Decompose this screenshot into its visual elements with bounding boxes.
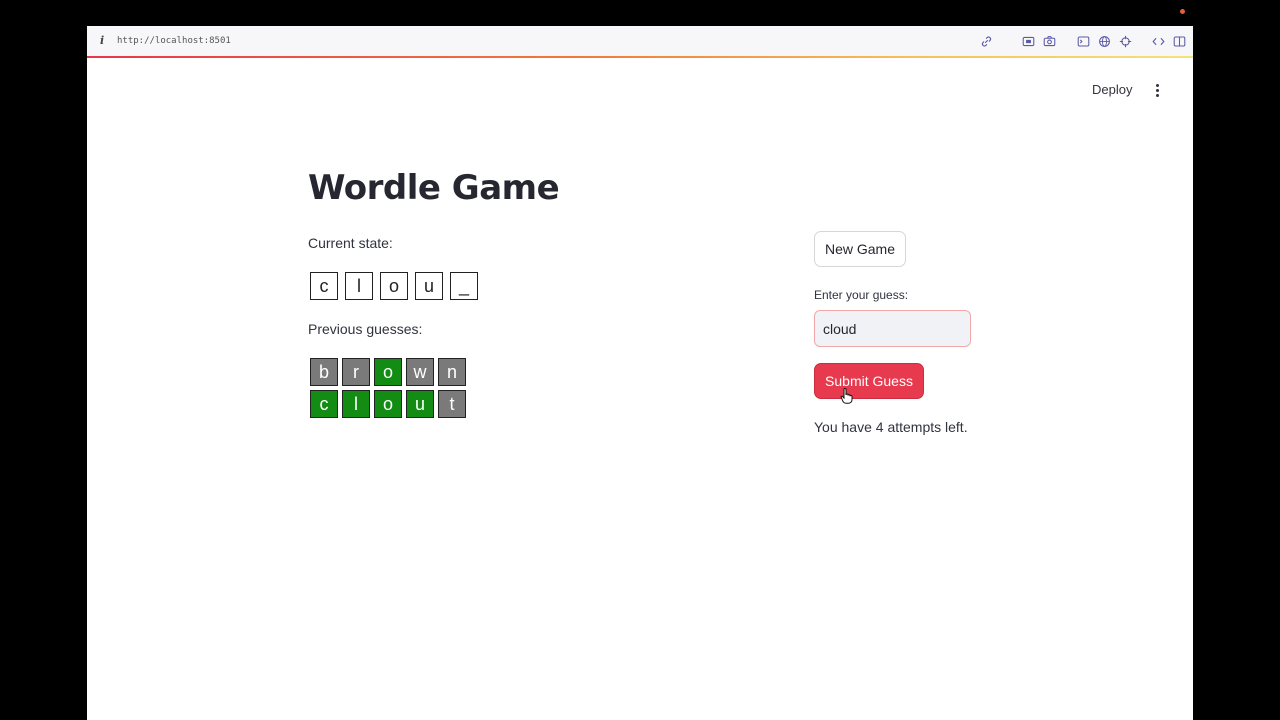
screen-capture-icon[interactable] <box>1022 35 1035 48</box>
recording-indicator <box>1180 9 1185 14</box>
submit-guess-button[interactable]: Submit Guess <box>814 363 924 399</box>
guess-input-value: cloud <box>823 320 857 337</box>
current-state-label: Current state: <box>308 235 393 251</box>
guess-tile: u <box>406 390 434 418</box>
guess-tile: l <box>342 390 370 418</box>
guess-tile: w <box>406 358 434 386</box>
url-text[interactable]: http://localhost:8501 <box>117 36 231 46</box>
code-icon[interactable] <box>1152 35 1165 48</box>
mouse-pointer-icon <box>840 387 854 404</box>
guess-input-label: Enter your guess: <box>814 288 909 302</box>
guess-tile: n <box>438 358 466 386</box>
current-state-tile: u <box>415 272 443 300</box>
guess-tile: b <box>310 358 338 386</box>
terminal-icon[interactable] <box>1077 35 1090 48</box>
previous-guesses-label: Previous guesses: <box>308 321 423 337</box>
guess-input[interactable]: cloud <box>814 310 971 347</box>
guess-tile: o <box>374 358 402 386</box>
main-menu-icon[interactable] <box>1152 83 1164 99</box>
crosshair-icon[interactable] <box>1119 35 1132 48</box>
globe-icon[interactable] <box>1098 35 1111 48</box>
address-bar[interactable]: i http://localhost:8501 <box>87 26 1193 56</box>
new-game-button[interactable]: New Game <box>814 231 906 267</box>
deploy-button[interactable]: Deploy <box>1092 82 1132 97</box>
guess-tile: t <box>438 390 466 418</box>
guess-tile: c <box>310 390 338 418</box>
attempts-remaining-text: You have 4 attempts left. <box>814 419 968 435</box>
current-state-tile: o <box>380 272 408 300</box>
current-state-tile: l <box>345 272 373 300</box>
split-view-icon[interactable] <box>1173 35 1186 48</box>
link-icon[interactable] <box>980 35 993 48</box>
info-icon[interactable]: i <box>100 34 104 47</box>
header-decoration-bar <box>87 56 1193 58</box>
current-state-tile: _ <box>450 272 478 300</box>
guess-tile: o <box>374 390 402 418</box>
camera-icon[interactable] <box>1043 35 1056 48</box>
browser-window: i http://localhost:8501 Deploy Wordle Ga… <box>87 26 1193 720</box>
current-state-tile: c <box>310 272 338 300</box>
guess-tile: r <box>342 358 370 386</box>
page-title: Wordle Game <box>308 168 560 208</box>
